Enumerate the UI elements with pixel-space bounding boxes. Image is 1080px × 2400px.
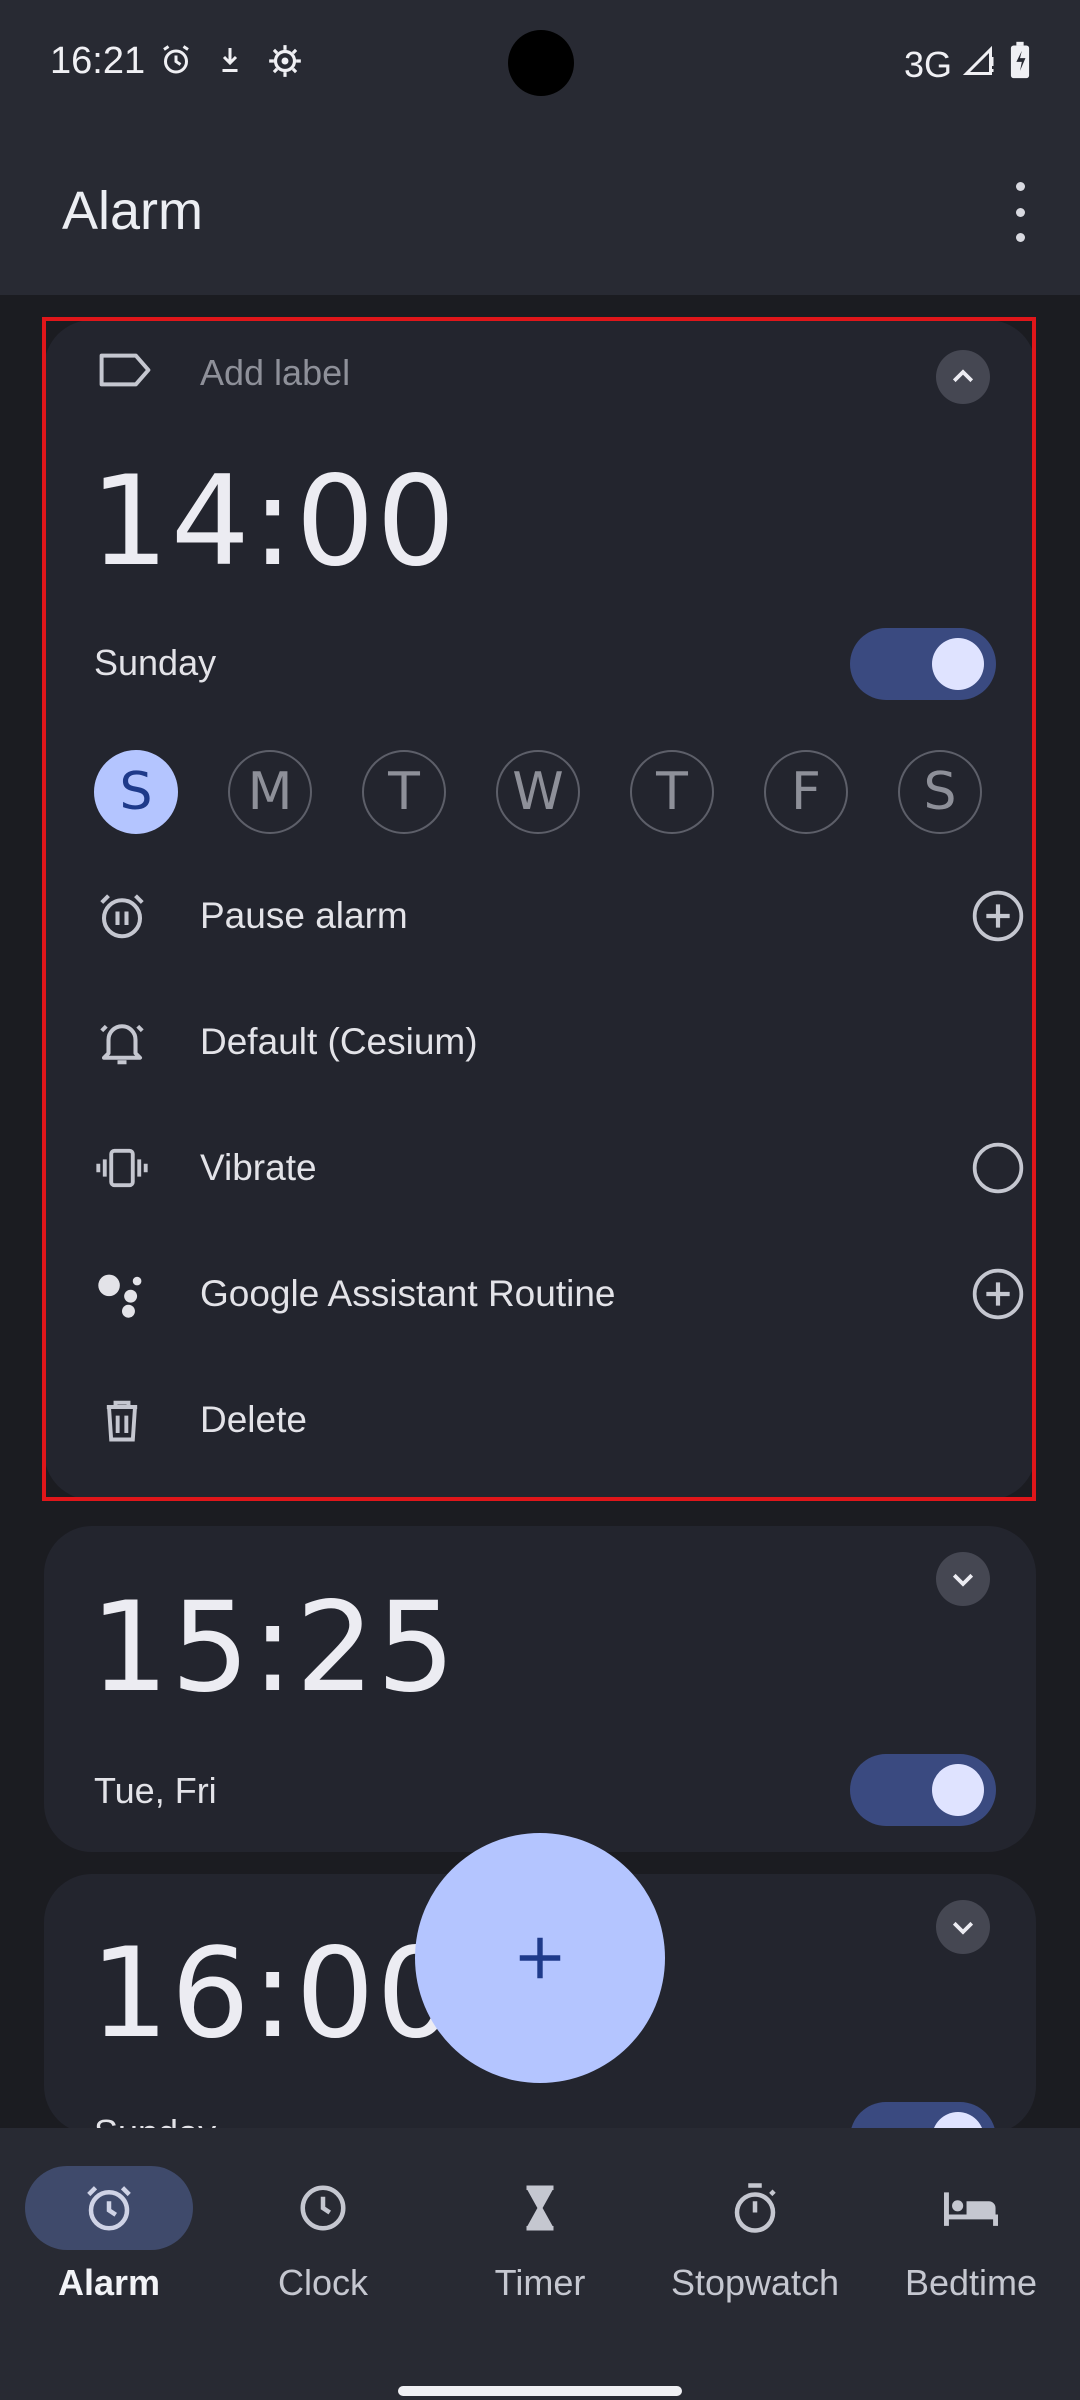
assistant-routine-label: Google Assistant Routine [200, 1273, 616, 1314]
day-thursday[interactable]: T [630, 750, 714, 834]
day-monday[interactable]: M [228, 750, 312, 834]
expand-alarm-button[interactable] [936, 1552, 990, 1606]
add-routine-icon[interactable] [970, 1266, 1026, 1322]
status-bar: 16:21 3G [0, 0, 1080, 130]
settings-status-icon [266, 42, 304, 85]
clock-icon [239, 2166, 407, 2250]
chevron-down-icon [952, 1921, 974, 1935]
bed-icon [887, 2166, 1055, 2250]
alarm-time[interactable]: 16:00 [90, 1922, 457, 2066]
nav-stopwatch-label: Stopwatch [670, 2262, 840, 2303]
pause-alarm-row[interactable]: Pause alarm [94, 871, 1024, 961]
vibrate-row[interactable]: Vibrate [94, 1123, 1024, 1213]
alarm-toggle[interactable] [850, 1754, 996, 1826]
day-friday[interactable]: F [764, 750, 848, 834]
front-camera [508, 30, 574, 96]
status-time: 16:21 [50, 40, 146, 82]
home-indicator[interactable] [398, 2386, 682, 2396]
collapse-alarm-button[interactable] [936, 350, 990, 404]
plus-icon [519, 1937, 561, 1979]
day-selector: S M T W T F S [94, 750, 982, 834]
nav-alarm[interactable]: Alarm [4, 2166, 214, 2304]
alarm-repeat-summary: Tue, Fri [94, 1770, 217, 1811]
google-assistant-icon [94, 1266, 150, 1322]
nav-stopwatch[interactable]: Stopwatch [650, 2166, 860, 2304]
label-tag-icon [98, 350, 152, 395]
app-bar: Alarm [0, 130, 1080, 295]
nav-timer-label: Timer [494, 2262, 586, 2303]
delete-alarm-row[interactable]: Delete [94, 1375, 994, 1465]
vibrate-label: Vibrate [200, 1147, 317, 1188]
alarm-icon [25, 2166, 193, 2250]
download-status-icon [212, 42, 248, 85]
alarm-pause-icon [94, 888, 150, 944]
add-label-row[interactable]: Add label [98, 350, 350, 395]
alarm-status-icon [158, 42, 194, 85]
nav-timer[interactable]: Timer [435, 2166, 645, 2304]
alarm-repeat-summary: Sunday [94, 642, 217, 683]
alarm-sound-label: Default (Cesium) [200, 1021, 478, 1062]
pause-alarm-label: Pause alarm [200, 895, 408, 936]
more-options-icon[interactable] [1000, 182, 1040, 242]
alarm-card[interactable]: 15:25 Tue, Fri [44, 1526, 1036, 1852]
nav-alarm-label: Alarm [57, 2262, 161, 2303]
bottom-navigation: Alarm Clock Timer Stopwatch Bedtime [0, 2128, 1080, 2400]
expand-alarm-button[interactable] [936, 1900, 990, 1954]
delete-label: Delete [200, 1399, 307, 1440]
alarm-time[interactable]: 15:25 [90, 1576, 457, 1720]
add-pause-icon[interactable] [970, 888, 1026, 944]
chevron-down-icon [952, 1573, 974, 1587]
day-sunday[interactable]: S [94, 750, 178, 834]
day-tuesday[interactable]: T [362, 750, 446, 834]
nav-clock[interactable]: Clock [218, 2166, 428, 2304]
signal-icon [962, 42, 998, 87]
assistant-routine-row[interactable]: Google Assistant Routine [94, 1249, 1024, 1339]
network-type: 3G [903, 43, 952, 85]
battery-charging-icon [1008, 40, 1032, 89]
chevron-up-icon [952, 369, 974, 383]
page-title: Alarm [62, 181, 204, 241]
add-label-text[interactable]: Add label [200, 352, 350, 394]
alarm-card-expanded[interactable]: Add label 14:00 Sunday S M T W T F S Pau… [44, 320, 1036, 1500]
alarm-sound-row[interactable]: Default (Cesium) [94, 997, 994, 1087]
day-saturday[interactable]: S [898, 750, 982, 834]
vibrate-icon [94, 1140, 150, 1196]
alarm-toggle[interactable] [850, 628, 996, 700]
bell-ringing-icon [94, 1014, 150, 1070]
day-wednesday[interactable]: W [496, 750, 580, 834]
hourglass-icon [456, 2166, 624, 2250]
vibrate-checkbox[interactable] [970, 1140, 1026, 1196]
nav-clock-label: Clock [277, 2262, 369, 2303]
nav-bedtime-label: Bedtime [904, 2262, 1038, 2303]
trash-icon [94, 1392, 150, 1448]
add-alarm-button[interactable] [415, 1833, 665, 2083]
stopwatch-icon [671, 2166, 839, 2250]
alarm-time[interactable]: 14:00 [90, 450, 457, 594]
nav-bedtime[interactable]: Bedtime [866, 2166, 1076, 2304]
